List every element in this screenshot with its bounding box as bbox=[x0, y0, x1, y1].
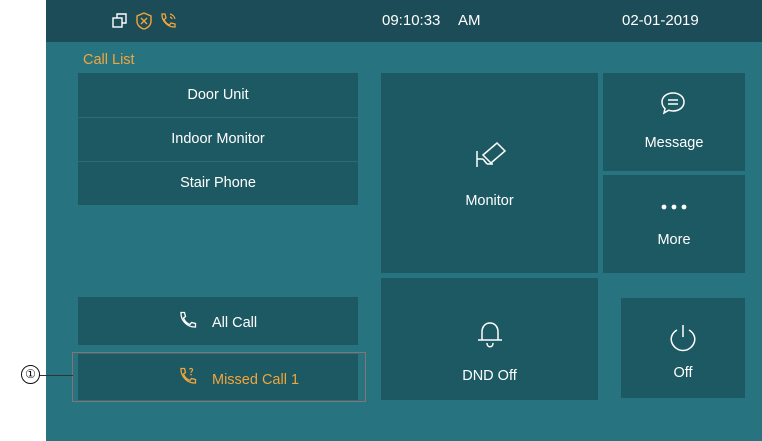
all-call-label: All Call bbox=[212, 315, 258, 331]
clock-ampm: AM bbox=[458, 12, 481, 29]
power-icon bbox=[670, 325, 696, 352]
power-off-button[interactable]: Off bbox=[621, 298, 745, 398]
call-list-item-stair-phone[interactable]: Stair Phone bbox=[78, 161, 358, 205]
call-list-item-door-unit[interactable]: Door Unit bbox=[78, 73, 358, 117]
more-button[interactable]: More bbox=[603, 175, 745, 273]
message-icon bbox=[661, 92, 685, 115]
callout-number: ① bbox=[21, 365, 40, 384]
phone-ringing-icon bbox=[161, 13, 176, 28]
monitor-label: Monitor bbox=[465, 193, 514, 209]
dnd-button[interactable]: DND Off bbox=[381, 278, 598, 400]
call-list-title: Call List bbox=[83, 52, 135, 68]
shield-x-icon bbox=[136, 12, 152, 30]
more-icon bbox=[661, 204, 687, 210]
message-label: Message bbox=[644, 135, 704, 151]
all-call-button[interactable]: All Call bbox=[78, 297, 358, 345]
windows-icon bbox=[112, 13, 127, 28]
phone-icon bbox=[180, 311, 197, 328]
call-list: Door Unit Indoor Monitor Stair Phone bbox=[78, 73, 358, 205]
callout-leader-line bbox=[37, 375, 73, 376]
call-list-item-indoor-monitor[interactable]: Indoor Monitor bbox=[78, 117, 358, 161]
callout-highlight bbox=[72, 352, 366, 402]
bell-icon bbox=[478, 322, 502, 348]
monitor-button[interactable]: Monitor bbox=[381, 73, 598, 273]
power-off-label: Off bbox=[673, 365, 693, 381]
clock-time: 09:10:33 bbox=[382, 12, 441, 29]
camera-icon bbox=[476, 141, 507, 167]
clock-date: 02-01-2019 bbox=[622, 12, 699, 29]
dnd-label: DND Off bbox=[462, 368, 517, 384]
message-button[interactable]: Message bbox=[603, 73, 745, 171]
status-bar: 09:10:33 AM 02-01-2019 bbox=[46, 0, 762, 42]
more-label: More bbox=[657, 232, 691, 248]
